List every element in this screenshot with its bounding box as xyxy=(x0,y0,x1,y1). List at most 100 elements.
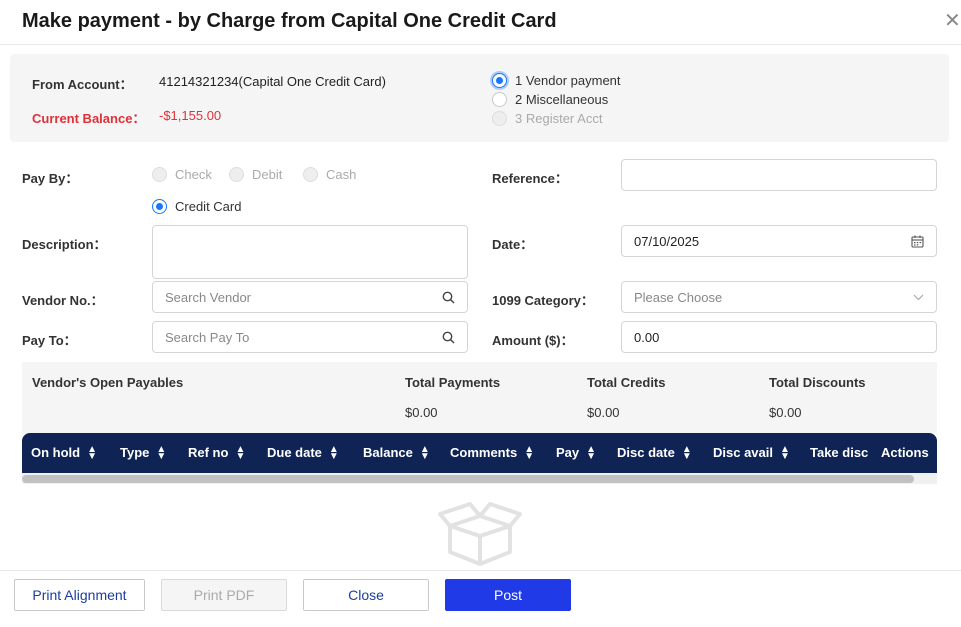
date-value: 07/10/2025 xyxy=(634,233,700,249)
amount-text[interactable] xyxy=(634,329,924,345)
open-payables-title: Vendor's Open Payables xyxy=(32,375,184,390)
amount-label: Amount ($)： xyxy=(492,333,574,348)
category-1099-placeholder: Please Choose xyxy=(634,289,723,305)
reference-label: Reference： xyxy=(492,171,568,186)
total-discounts-value: $0.00 xyxy=(769,405,802,420)
date-label: Date： xyxy=(492,237,534,252)
column-label: Comments xyxy=(450,445,518,460)
column-disc-avail[interactable]: Disc avail ▲ ▼ xyxy=(713,433,790,473)
payables-table-header: On hold ▲ ▼ Type ▲ ▼ Ref no ▲ ▼ Due date ▲ ▼ Bal… xyxy=(22,433,937,473)
open-payables-summary xyxy=(22,362,937,434)
column-comments[interactable]: Comments ▲ ▼ xyxy=(450,433,534,473)
column-label: Disc date xyxy=(617,445,675,460)
total-credits-label: Total Credits xyxy=(587,375,666,390)
post-button[interactable]: Post xyxy=(445,579,571,611)
column-actions: Actions xyxy=(881,433,929,473)
sort-icon[interactable]: ▲ ▼ xyxy=(780,445,790,462)
radio-indicator xyxy=(152,167,167,182)
radio-label: Cash xyxy=(326,167,357,182)
radio-indicator xyxy=(229,167,244,182)
radio-miscellaneous[interactable]: 2 Miscellaneous xyxy=(492,92,608,107)
category-1099-label: 1099 Category： xyxy=(492,293,594,308)
column-balance[interactable]: Balance ▲ ▼ xyxy=(363,433,430,473)
date-picker[interactable]: 07/10/2025 xyxy=(621,225,937,257)
modal-title: Make payment - by Charge from Capital On… xyxy=(22,10,557,32)
radio-label: Credit Card xyxy=(175,199,242,214)
column-ref-no[interactable]: Ref no ▲ ▼ xyxy=(188,433,245,473)
column-label: Due date xyxy=(267,445,322,460)
current-balance-value: -$1,155.00 xyxy=(159,108,222,123)
close-button[interactable]: Close xyxy=(303,579,429,611)
close-icon[interactable]: ✕ xyxy=(944,10,961,32)
description-label: Description： xyxy=(22,237,107,252)
total-discounts-label: Total Discounts xyxy=(769,375,866,390)
description-textarea[interactable] xyxy=(152,225,468,279)
radio-label: 3 Register Acct xyxy=(515,111,603,126)
total-credits-value: $0.00 xyxy=(587,405,620,420)
pay-to-search-input[interactable] xyxy=(165,329,442,345)
title-divider xyxy=(0,44,961,45)
radio-register-acct: 3 Register Acct xyxy=(492,111,602,126)
vendor-no-label: Vendor No.： xyxy=(22,293,104,308)
description-text[interactable] xyxy=(165,232,455,272)
reference-text[interactable] xyxy=(634,167,924,183)
radio-indicator[interactable] xyxy=(492,92,507,107)
amount-input[interactable] xyxy=(621,321,937,353)
radio-label: Check xyxy=(175,167,212,182)
column-due-date[interactable]: Due date ▲ ▼ xyxy=(267,433,339,473)
print-alignment-button[interactable]: Print Alignment xyxy=(14,579,145,611)
from-account-value: 41214321234(Capital One Credit Card) xyxy=(159,74,386,89)
calendar-icon[interactable] xyxy=(911,235,924,248)
column-on-hold[interactable]: On hold ▲ ▼ xyxy=(31,433,97,473)
horizontal-scrollbar-thumb[interactable] xyxy=(22,475,914,483)
column-label: Pay xyxy=(556,445,580,460)
column-label: Type xyxy=(120,445,150,460)
current-balance-label: Current Balance： xyxy=(32,111,146,126)
column-label: Balance xyxy=(363,445,413,460)
account-summary-panel xyxy=(10,54,949,142)
column-type[interactable]: Type ▲ ▼ xyxy=(120,433,166,473)
sort-icon[interactable]: ▲ ▼ xyxy=(524,445,534,462)
pay-by-credit-card[interactable]: Credit Card xyxy=(152,199,241,214)
radio-indicator[interactable] xyxy=(492,73,507,88)
from-account-label: From Account： xyxy=(32,77,133,92)
sort-icon[interactable]: ▲ ▼ xyxy=(586,445,596,462)
sort-icon[interactable]: ▲ ▼ xyxy=(87,445,97,462)
sort-icon[interactable]: ▲ ▼ xyxy=(420,445,430,462)
sort-icon[interactable]: ▲ ▼ xyxy=(156,445,166,462)
vendor-search-field[interactable] xyxy=(152,281,468,313)
pay-by-debit: Debit xyxy=(229,167,282,182)
pay-to-label: Pay To： xyxy=(22,333,77,348)
total-payments-label: Total Payments xyxy=(405,375,501,390)
total-payments-value: $0.00 xyxy=(405,405,438,420)
radio-indicator xyxy=(492,111,507,126)
vendor-search-input[interactable] xyxy=(165,289,442,305)
empty-box-icon xyxy=(438,502,522,566)
pay-by-cash: Cash xyxy=(303,167,356,182)
footer-divider xyxy=(0,570,961,571)
column-pay[interactable]: Pay ▲ ▼ xyxy=(556,433,596,473)
pay-to-search-field[interactable] xyxy=(152,321,468,353)
chevron-down-icon xyxy=(913,294,924,300)
column-label: Ref no xyxy=(188,445,229,460)
column-take-disc: Take disc xyxy=(810,433,868,473)
sort-icon[interactable]: ▲ ▼ xyxy=(235,445,245,462)
print-pdf-button: Print PDF xyxy=(161,579,287,611)
pay-by-label: Pay By： xyxy=(22,171,79,186)
radio-indicator xyxy=(303,167,318,182)
radio-label: 2 Miscellaneous xyxy=(515,92,609,107)
reference-input[interactable] xyxy=(621,159,937,191)
column-label: Take disc xyxy=(810,445,869,460)
search-icon[interactable] xyxy=(442,331,455,344)
column-label: Disc avail xyxy=(713,445,773,460)
column-label: Actions xyxy=(881,445,929,460)
column-disc-date[interactable]: Disc date ▲ ▼ xyxy=(617,433,692,473)
search-icon[interactable] xyxy=(442,291,455,304)
category-1099-select[interactable]: Please Choose xyxy=(621,281,937,313)
sort-icon[interactable]: ▲ ▼ xyxy=(329,445,339,462)
radio-vendor-payment[interactable]: 1 Vendor payment xyxy=(492,73,621,88)
radio-label: Debit xyxy=(252,167,283,182)
radio-label: 1 Vendor payment xyxy=(515,73,621,88)
radio-indicator[interactable] xyxy=(152,199,167,214)
sort-icon[interactable]: ▲ ▼ xyxy=(682,445,692,462)
